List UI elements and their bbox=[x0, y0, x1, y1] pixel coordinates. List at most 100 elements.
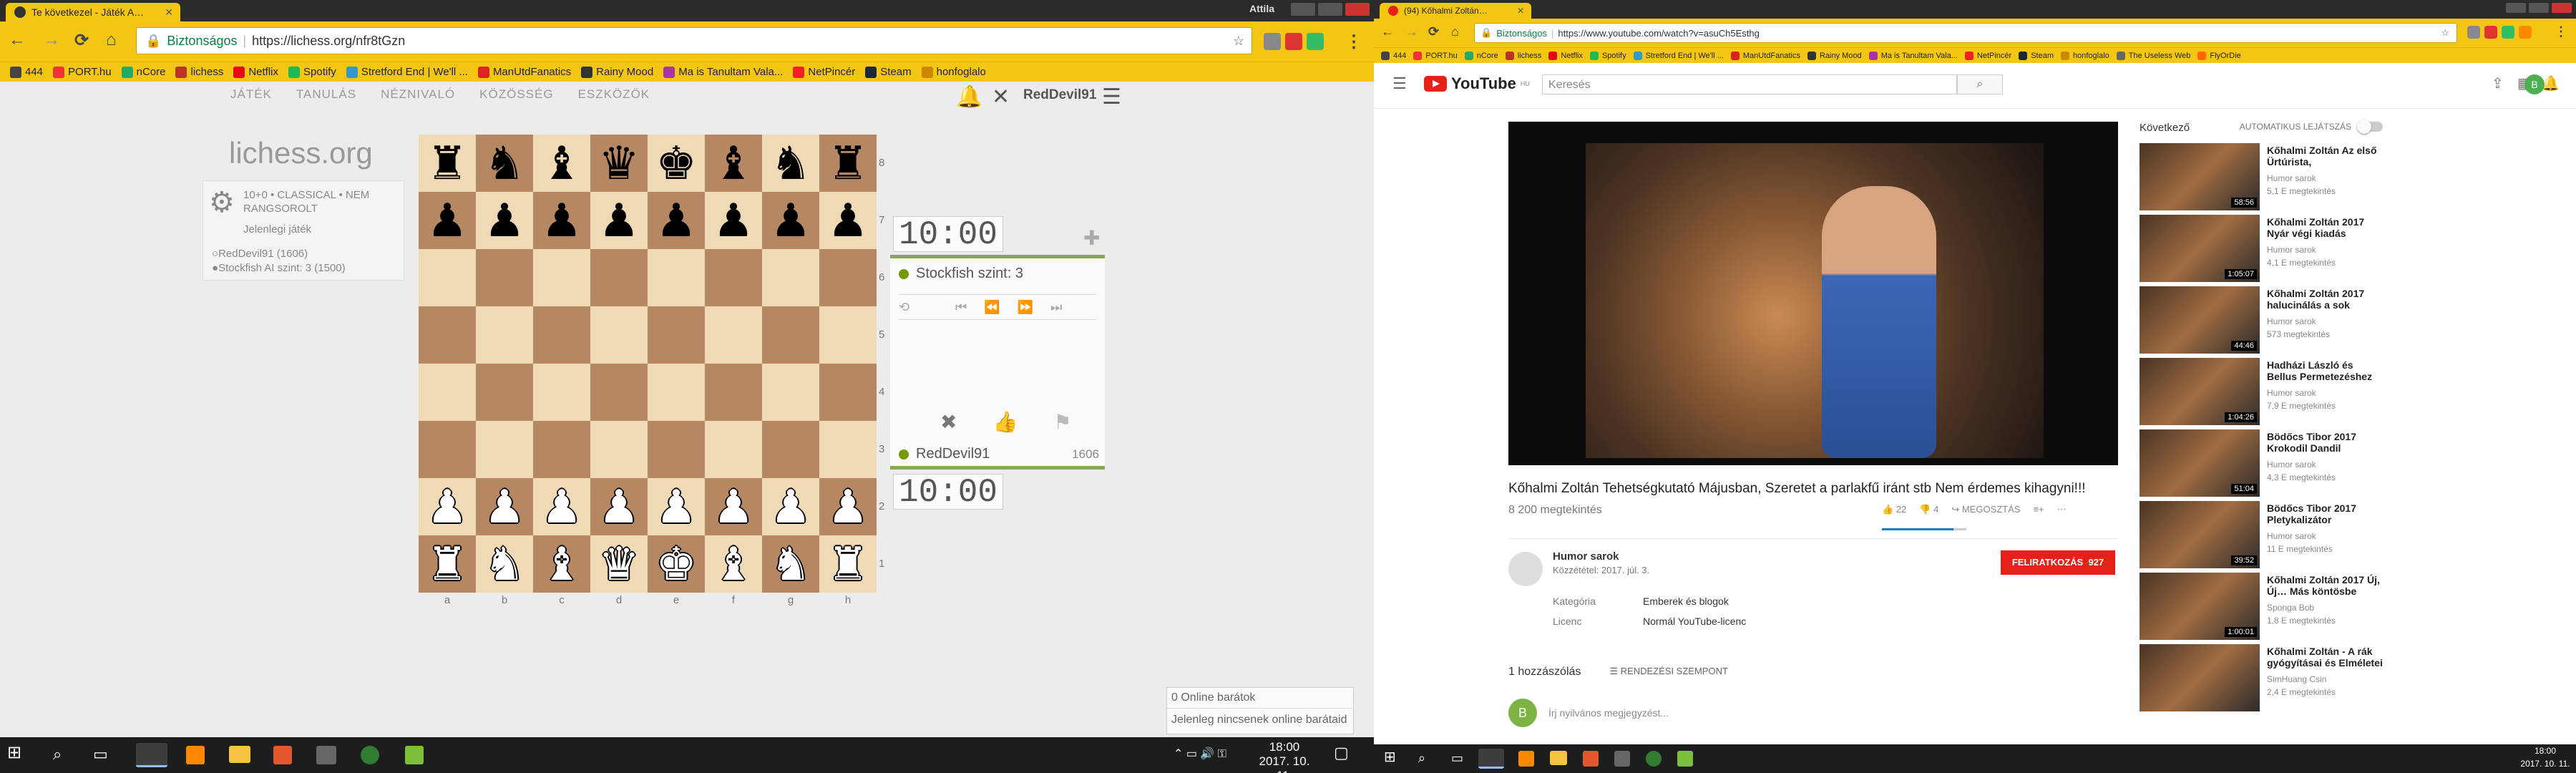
board-square[interactable]: ♟ bbox=[476, 192, 533, 249]
board-square[interactable] bbox=[705, 249, 762, 306]
bookmark-item[interactable]: nCore bbox=[121, 66, 165, 78]
extension-icon[interactable] bbox=[1264, 33, 1281, 50]
bell-icon[interactable]: 🔔 bbox=[956, 84, 982, 110]
white-piece-icon[interactable]: ♞ bbox=[484, 541, 525, 587]
close-window-icon[interactable] bbox=[2552, 3, 2572, 13]
related-video[interactable]: Kőhalmi Zoltán - A rák gyógyításai és El… bbox=[2140, 644, 2383, 716]
white-piece-icon[interactable]: ♟ bbox=[426, 484, 467, 530]
board-square[interactable]: ♟ bbox=[705, 478, 762, 535]
bookmark-item[interactable]: honfoglalo bbox=[921, 66, 986, 78]
bookmark-item[interactable]: ManUtdFanatics bbox=[1730, 51, 1800, 60]
bookmark-item[interactable]: Spotify bbox=[288, 66, 336, 78]
board-square[interactable] bbox=[476, 306, 533, 364]
bookmark-item[interactable]: The Useless Web bbox=[2116, 51, 2190, 60]
bookmark-item[interactable]: nCore bbox=[1464, 51, 1498, 60]
autoplay-toggle[interactable] bbox=[2357, 120, 2383, 134]
board-square[interactable] bbox=[533, 364, 590, 421]
search-button[interactable]: ⌕ bbox=[1957, 74, 2003, 94]
windows-start-icon[interactable]: ⊞ bbox=[7, 744, 21, 762]
board-square[interactable] bbox=[819, 249, 877, 306]
white-piece-icon[interactable]: ♟ bbox=[770, 484, 811, 530]
related-video-title[interactable]: Kőhalmi Zoltán 2017 Nyár végi kiadás bbox=[2267, 216, 2383, 239]
search-icon[interactable]: ⌕ bbox=[1418, 751, 1425, 765]
related-video-title[interactable]: Kőhalmi Zoltán 2017 halucinálás a sok ra… bbox=[2267, 288, 2383, 312]
white-piece-icon[interactable]: ♜ bbox=[827, 541, 868, 587]
white-piece-icon[interactable]: ♟ bbox=[713, 484, 753, 530]
board-square[interactable]: ♟ bbox=[762, 192, 819, 249]
back-icon[interactable]: ← bbox=[1381, 24, 1394, 39]
board-square[interactable]: ♞ bbox=[762, 535, 819, 593]
bookmark-item[interactable]: PORT.hu bbox=[1413, 51, 1458, 60]
app-taskbar-icon[interactable] bbox=[361, 746, 379, 764]
bookmark-item[interactable]: lichess bbox=[175, 66, 223, 78]
task-view-icon[interactable]: ▭ bbox=[1451, 751, 1463, 765]
video-thumbnail[interactable]: 1:05:07 bbox=[2140, 215, 2260, 282]
board-square[interactable] bbox=[533, 249, 590, 306]
black-piece-icon[interactable]: ♝ bbox=[541, 140, 582, 186]
board-square[interactable] bbox=[590, 421, 648, 478]
forward-icon[interactable]: → bbox=[1405, 24, 1418, 39]
explorer-taskbar-icon[interactable] bbox=[229, 746, 250, 763]
bookmark-item[interactable]: ManUtdFanatics bbox=[477, 66, 571, 78]
bookmark-item[interactable]: Spotify bbox=[1589, 51, 1626, 60]
username[interactable]: RedDevil91 bbox=[1023, 87, 1096, 103]
nav-item[interactable]: NÉZNIVALÓ bbox=[381, 87, 455, 102]
video-player[interactable] bbox=[1508, 122, 2118, 465]
bookmark-item[interactable]: PORT.hu bbox=[53, 66, 112, 78]
sort-button[interactable]: ☰ RENDEZÉSI SZEMPONT bbox=[1609, 666, 1728, 679]
last-move-icon[interactable]: ⏭ bbox=[1050, 300, 1062, 315]
bookmark-item[interactable]: Steam bbox=[2019, 51, 2054, 60]
forward-icon[interactable]: → bbox=[43, 30, 60, 50]
related-video-title[interactable]: Kőhalmi Zoltán - A rák gyógyításai és El… bbox=[2267, 646, 2383, 669]
bookmark-star-icon[interactable]: ☆ bbox=[1233, 34, 1244, 49]
board-square[interactable]: ♟ bbox=[590, 192, 648, 249]
black-piece-icon[interactable]: ♟ bbox=[426, 198, 467, 243]
app-taskbar-icon[interactable] bbox=[1646, 751, 1662, 767]
board-square[interactable] bbox=[476, 421, 533, 478]
board-square[interactable]: ♛ bbox=[590, 535, 648, 593]
task-view-icon[interactable]: ▭ bbox=[93, 747, 108, 762]
board-square[interactable] bbox=[705, 421, 762, 478]
tab-youtube[interactable]: (94) Kőhalmi Zoltán… ✕ bbox=[1380, 3, 1531, 19]
board-square[interactable]: ♜ bbox=[419, 135, 476, 192]
tab-lichess[interactable]: Te következel - Játék A… ✕ bbox=[6, 3, 180, 21]
black-piece-icon[interactable]: ♟ bbox=[713, 198, 753, 243]
black-piece-icon[interactable]: ♜ bbox=[827, 140, 868, 186]
board-square[interactable] bbox=[590, 249, 648, 306]
bookmark-item[interactable]: Netflix bbox=[233, 66, 278, 78]
white-piece-icon[interactable]: ♚ bbox=[655, 541, 696, 587]
related-video[interactable]: 1:05:07 Kőhalmi Zoltán 2017 Nyár végi kia… bbox=[2140, 215, 2383, 286]
bookmark-item[interactable]: Stretford End | We'll ... bbox=[1633, 51, 1724, 60]
address-bar[interactable]: 🔒 Biztonságos | https://lichess.org/nfr8… bbox=[136, 27, 1252, 54]
bookmark-item[interactable]: Rainy Mood bbox=[581, 66, 653, 78]
related-video-title[interactable]: Bödőcs Tibor 2017 Krokodil Dandil Budape… bbox=[2267, 431, 2383, 455]
black-piece-icon[interactable]: ♝ bbox=[713, 140, 753, 186]
close-tab-icon[interactable]: ✕ bbox=[165, 6, 173, 19]
nav-item[interactable]: JÁTÉK bbox=[230, 87, 272, 102]
address-bar[interactable]: 🔒 Biztonságos | https://www.youtube.com/… bbox=[1474, 23, 2457, 43]
video-thumbnail[interactable]: 51:04 bbox=[2140, 429, 2260, 497]
nav-item[interactable]: KÖZÖSSÉG bbox=[479, 87, 553, 102]
terminal-taskbar-icon[interactable] bbox=[316, 746, 336, 764]
back-icon[interactable]: ← bbox=[9, 30, 26, 50]
player-white[interactable]: ○RedDevil91 (1606) bbox=[212, 247, 398, 261]
board-square[interactable]: ♟ bbox=[419, 478, 476, 535]
bookmark-item[interactable]: NetPincér bbox=[793, 66, 855, 78]
tray-icons[interactable]: ⌃ ▭ 🔊 ⚿ bbox=[1174, 747, 1226, 762]
bookmark-item[interactable]: Rainy Mood bbox=[1807, 51, 1862, 60]
board-square[interactable]: ♜ bbox=[419, 535, 476, 593]
board-square[interactable] bbox=[648, 364, 705, 421]
extension-icon[interactable] bbox=[2519, 26, 2532, 39]
menu-icon[interactable]: ⋮ bbox=[2555, 24, 2567, 39]
related-video[interactable]: 1:04:26 Hadházi László és Bellus Permetez… bbox=[2140, 358, 2383, 429]
black-piece-icon[interactable]: ♚ bbox=[655, 140, 696, 186]
board-square[interactable] bbox=[419, 364, 476, 421]
clock[interactable]: 18:002017. 10. 11. bbox=[1252, 740, 1317, 773]
board-square[interactable] bbox=[762, 421, 819, 478]
dislike-button[interactable]: 👎 4 bbox=[1919, 504, 1938, 515]
black-piece-icon[interactable]: ♞ bbox=[770, 140, 811, 186]
upload-icon[interactable]: ⇪ bbox=[2492, 74, 2504, 92]
close-tab-icon[interactable]: ✕ bbox=[1517, 6, 1524, 16]
board-square[interactable]: ♟ bbox=[419, 192, 476, 249]
video-thumbnail[interactable]: 44:46 bbox=[2140, 286, 2260, 354]
